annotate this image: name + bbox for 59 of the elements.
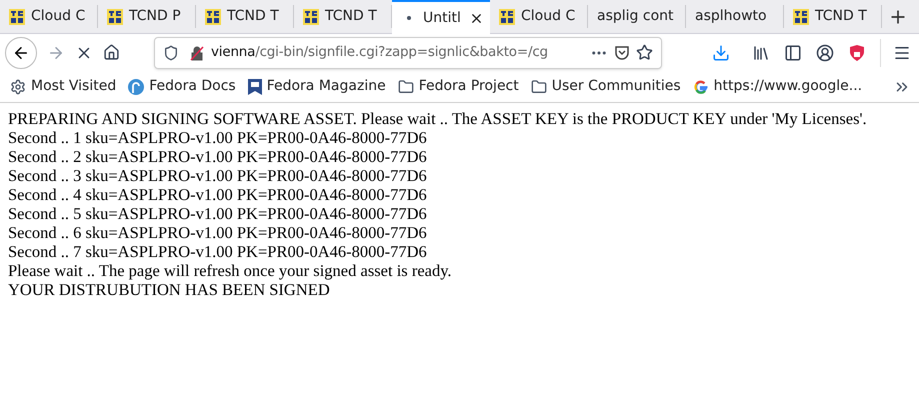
tab-title: Cloud C bbox=[31, 7, 86, 26]
browser-tab[interactable]: TCND T bbox=[294, 5, 392, 28]
gear-icon bbox=[10, 78, 26, 94]
logo-icon bbox=[107, 8, 123, 24]
back-button[interactable] bbox=[5, 36, 37, 68]
sidebar-icon[interactable] bbox=[784, 44, 802, 62]
browser-tab[interactable]: asplhowto bbox=[686, 5, 784, 28]
browser-tab[interactable]: Untitl bbox=[392, 0, 490, 34]
page-text-line: PREPARING AND SIGNING SOFTWARE ASSET. Please wait .. The ASSET KEY is the PRODUCT KEY under 'My Licenses'. bbox=[8, 109, 868, 128]
tab-title: Cloud C bbox=[521, 7, 576, 26]
page-text-line: Second .. 6 sku=ASPLPRO-v1.00 PK=PR00-0A46-8000-77D6 bbox=[8, 223, 428, 242]
tab-title: TCND T bbox=[815, 7, 867, 26]
browser-tab[interactable]: Cloud C bbox=[0, 5, 98, 28]
page-text-line: Second .. 4 sku=ASPLPRO-v1.00 PK=PR00-0A46-8000-77D6 bbox=[8, 185, 428, 204]
page-text-line: Second .. 1 sku=ASPLPRO-v1.00 PK=PR00-0A46-8000-77D6 bbox=[8, 128, 428, 147]
browser-tab[interactable]: Cloud C bbox=[490, 5, 588, 28]
bookmark-item[interactable]: https://www.google... bbox=[692, 76, 862, 97]
page-text-line: Second .. 7 sku=ASPLPRO-v1.00 PK=PR00-0A46-8000-77D6 bbox=[8, 242, 428, 261]
tab-title: TCND P bbox=[129, 7, 181, 26]
library-icon[interactable] bbox=[752, 44, 770, 62]
home-icon[interactable] bbox=[103, 44, 120, 61]
page-text-line: Second .. 3 sku=ASPLPRO-v1.00 PK=PR00-0A46-8000-77D6 bbox=[8, 166, 428, 185]
logo-icon bbox=[793, 8, 809, 24]
page-text-line: Please wait .. The page will refresh once your signed asset is ready. bbox=[8, 261, 453, 280]
pocket-icon[interactable] bbox=[614, 44, 630, 60]
browser-tab[interactable]: asplig cont bbox=[588, 5, 686, 28]
tab-title: TCND T bbox=[325, 7, 377, 26]
bookmark-item[interactable]: Most Visited bbox=[10, 76, 116, 97]
folder-icon bbox=[530, 78, 547, 94]
tab-title: Untitl bbox=[423, 8, 461, 28]
tab-title: TCND T bbox=[227, 7, 279, 26]
page-text-line: YOUR DISTRUBUTION HAS BEEN SIGNED bbox=[8, 280, 331, 299]
page-text-line: Second .. 5 sku=ASPLPRO-v1.00 PK=PR00-0A46-8000-77D6 bbox=[8, 204, 428, 223]
insecure-lock-icon bbox=[189, 44, 205, 60]
logo-icon bbox=[9, 8, 25, 24]
logo-icon bbox=[499, 8, 515, 24]
tab-title: asplhowto bbox=[695, 7, 767, 26]
bookmark-item[interactable]: Fedora Magazine bbox=[248, 76, 386, 97]
browser-tab[interactable]: TCND P bbox=[98, 5, 196, 28]
shield-lock-icon[interactable] bbox=[848, 44, 866, 62]
google-icon bbox=[692, 78, 709, 94]
bookmark-item[interactable]: Fedora Project bbox=[398, 76, 519, 97]
bookmark-logo-icon bbox=[248, 78, 262, 94]
shield-icon bbox=[163, 44, 179, 60]
bookmark-item[interactable]: Fedora Docs bbox=[128, 76, 236, 97]
star-icon[interactable] bbox=[636, 44, 653, 61]
url-text: vienna/cgi-bin/signfile.cgi?zapp=signlic&bakto=/cg bbox=[211, 43, 548, 62]
fedora-icon bbox=[128, 78, 144, 94]
logo-icon bbox=[303, 8, 319, 24]
folder-icon bbox=[398, 78, 414, 94]
logo-icon bbox=[205, 8, 221, 24]
bookmark-item[interactable]: User Communities bbox=[530, 76, 681, 97]
browser-tab[interactable]: TCND T bbox=[784, 5, 882, 28]
download-icon[interactable] bbox=[712, 44, 730, 62]
tab-title: asplig cont bbox=[597, 7, 674, 26]
browser-tab[interactable]: TCND T bbox=[196, 5, 294, 28]
page-text-line: Second .. 2 sku=ASPLPRO-v1.00 PK=PR00-0A46-8000-77D6 bbox=[8, 147, 428, 166]
account-icon[interactable] bbox=[816, 44, 834, 62]
address-bar[interactable]: vienna/cgi-bin/signfile.cgi?zapp=signlic&bakto=/cg bbox=[154, 36, 662, 68]
